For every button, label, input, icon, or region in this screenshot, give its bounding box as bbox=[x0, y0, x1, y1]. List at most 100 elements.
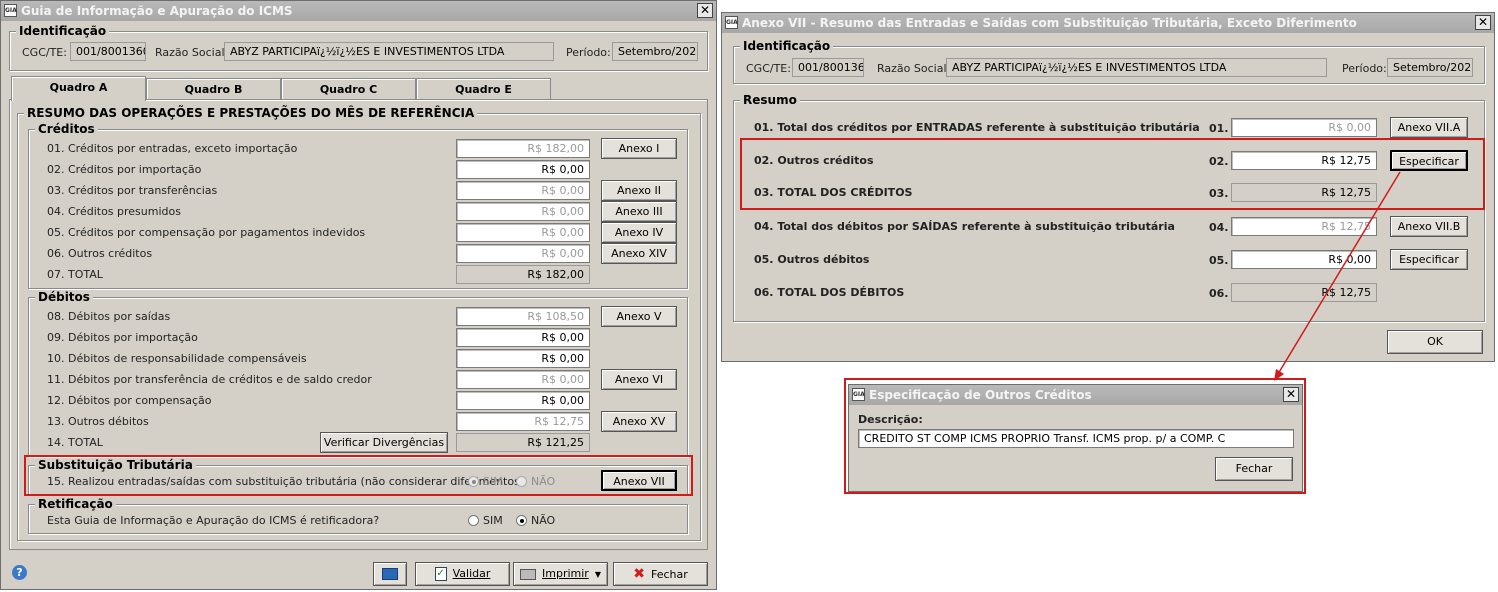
razao-label: Razão Social: bbox=[155, 46, 229, 59]
imprimir-button[interactable]: Imprimir ▼ bbox=[513, 562, 608, 586]
debito-row-13-value: R$ 12,75 bbox=[456, 412, 590, 431]
debito-row-08-value: R$ 108,50 bbox=[456, 307, 590, 326]
creditos-group: Créditos 01. Créditos por entradas, exce… bbox=[28, 122, 688, 289]
credito-row-06-value: R$ 0,00 bbox=[456, 244, 590, 263]
anexo-iii-button[interactable]: Anexo III bbox=[601, 201, 677, 222]
anexo-resumo-legend: Resumo bbox=[740, 93, 800, 107]
credito-row-03-label: 03. Créditos por transferências bbox=[47, 184, 218, 197]
fechar-label: Fechar bbox=[650, 568, 688, 581]
debito-row-09-value[interactable]: R$ 0,00 bbox=[456, 328, 590, 347]
close-icon[interactable]: ✕ bbox=[1475, 15, 1491, 30]
anexo-title: Anexo VII - Resumo das Entradas e Saídas… bbox=[742, 16, 1357, 30]
anexo-identificacao-group: Identificação CGC/TE: 001/8001360 Razão … bbox=[733, 39, 1485, 84]
help-icon[interactable]: ? bbox=[12, 565, 27, 580]
anexo-razao-field: ABYZ PARTICIPAï¿½ï¿½ES E INVESTIMENTOS L… bbox=[946, 58, 1327, 77]
outros-creditos-highlight-box bbox=[740, 138, 1485, 210]
anexo-cgc-label: CGC/TE: bbox=[746, 62, 791, 75]
anexo-row-04-label: 04. Total dos débitos por SAÍDAS referen… bbox=[754, 220, 1175, 233]
main-window: GIA Guia de Informação e Apuração do ICM… bbox=[0, 0, 717, 590]
st-highlight-box bbox=[24, 455, 693, 496]
anexo-row-01-label: 01. Total dos créditos por ENTRADAS refe… bbox=[754, 121, 1200, 134]
credito-row-06-label: 06. Outros créditos bbox=[47, 247, 153, 260]
printer-icon bbox=[520, 568, 536, 580]
creditos-legend: Créditos bbox=[35, 122, 98, 136]
anexo-periodo-field: Setembro/2023 bbox=[1387, 58, 1473, 77]
retificacao-sim-radio[interactable] bbox=[468, 515, 479, 526]
red-x-icon: ✖ bbox=[633, 566, 645, 582]
periodo-field: Setembro/2023 bbox=[612, 42, 698, 61]
verificar-divergencias-button[interactable]: Verificar Divergências bbox=[320, 432, 448, 453]
retificacao-nao-radio[interactable] bbox=[516, 515, 527, 526]
credito-row-02-value[interactable]: R$ 0,00 bbox=[456, 160, 590, 179]
anexo-row-05-value[interactable]: R$ 0,00 bbox=[1231, 250, 1377, 269]
anexo-xv-button[interactable]: Anexo XV bbox=[601, 411, 677, 432]
retificacao-group: Retificação Esta Guia de Informação e Ap… bbox=[28, 497, 688, 534]
cgc-field: 001/8001360 bbox=[70, 42, 146, 61]
ok-button[interactable]: OK bbox=[1387, 330, 1483, 354]
credito-row-02-label: 02. Créditos por importação bbox=[47, 163, 202, 176]
close-icon[interactable]: ✕ bbox=[697, 3, 713, 18]
anexo-periodo-label: Período: bbox=[1342, 62, 1387, 75]
anexo-razao-label: Razão Social: bbox=[877, 62, 951, 75]
anexo-row-06-code: 06. bbox=[1209, 287, 1229, 300]
anexo-titlebar[interactable]: GIA Anexo VII - Resumo das Entradas e Sa… bbox=[722, 13, 1494, 33]
anexo-row-04-value: R$ 12,75 bbox=[1231, 217, 1377, 236]
anexo-row-01-code: 01. bbox=[1209, 122, 1229, 135]
especificar-debitos-button[interactable]: Especificar bbox=[1390, 249, 1468, 270]
imprimir-label: Imprimir bbox=[542, 567, 589, 580]
especificacao-highlight-box bbox=[844, 378, 1306, 494]
debitos-group: Débitos 08. Débitos por saídas R$ 108,50… bbox=[28, 290, 688, 457]
calculator-icon bbox=[382, 568, 398, 580]
retificacao-nao-label: NÃO bbox=[531, 514, 556, 527]
gia-app-icon: GIA bbox=[725, 16, 738, 29]
fechar-button[interactable]: ✖ Fechar bbox=[613, 562, 708, 586]
credito-row-05-label: 05. Créditos por compensação por pagamen… bbox=[47, 226, 366, 239]
credito-row-04-value: R$ 0,00 bbox=[456, 202, 590, 221]
anexo-i-button[interactable]: Anexo I bbox=[601, 138, 677, 159]
debito-row-08-label: 08. Débitos por saídas bbox=[47, 310, 171, 323]
debito-row-10-value[interactable]: R$ 0,00 bbox=[456, 349, 590, 368]
anexo-iv-button[interactable]: Anexo IV bbox=[601, 222, 677, 243]
tab-quadro-a[interactable]: Quadro A bbox=[11, 76, 146, 101]
debito-row-11-label: 11. Débitos por transferência de crédito… bbox=[47, 373, 372, 386]
resumo-legend: RESUMO DAS OPERAÇÕES E PRESTAÇÕES DO MÊS… bbox=[24, 106, 478, 120]
anexo-ii-button[interactable]: Anexo II bbox=[601, 180, 677, 201]
tab-quadro-b[interactable]: Quadro B bbox=[146, 78, 281, 100]
credito-row-01-value: R$ 182,00 bbox=[456, 139, 590, 158]
debito-row-11-value: R$ 0,00 bbox=[456, 370, 590, 389]
anexo-vii-b-button[interactable]: Anexo VII.B bbox=[1390, 216, 1468, 237]
debito-row-14-label: 14. TOTAL bbox=[47, 436, 103, 449]
bottom-toolbar: ? ✓ Validar Imprimir ▼ ✖ Fechar bbox=[1, 555, 716, 589]
validar-label: Validar bbox=[452, 567, 491, 580]
dropdown-arrow-icon: ▼ bbox=[594, 570, 601, 579]
main-titlebar[interactable]: GIA Guia de Informação e Apuração do ICM… bbox=[1, 1, 716, 21]
tab-quadro-c[interactable]: Quadro C bbox=[281, 78, 416, 100]
razao-field: ABYZ PARTICIPAï¿½ï¿½ES E INVESTIMENTOS L… bbox=[224, 42, 554, 61]
gia-app-icon: GIA bbox=[4, 4, 17, 17]
periodo-label: Período: bbox=[566, 46, 611, 59]
credito-row-04-label: 04. Créditos presumidos bbox=[47, 205, 181, 218]
debito-row-13-label: 13. Outros débitos bbox=[47, 415, 149, 428]
validar-button[interactable]: ✓ Validar bbox=[415, 562, 510, 586]
checklist-icon: ✓ bbox=[434, 567, 447, 581]
calculator-button[interactable] bbox=[373, 562, 407, 586]
credito-total-value: R$ 182,00 bbox=[456, 265, 590, 284]
anexo-vii-a-button[interactable]: Anexo VII.A bbox=[1390, 117, 1468, 138]
debito-row-12-value[interactable]: R$ 0,00 bbox=[456, 391, 590, 410]
retificacao-sim-label: SIM bbox=[483, 514, 503, 527]
retificacao-question: Esta Guia de Informação e Apuração do IC… bbox=[47, 514, 380, 527]
anexo-identificacao-legend: Identificação bbox=[740, 39, 834, 53]
anexo-v-button[interactable]: Anexo V bbox=[601, 306, 677, 327]
anexo-vi-button[interactable]: Anexo VI bbox=[601, 369, 677, 390]
debitos-legend: Débitos bbox=[35, 290, 93, 304]
anexo-row-04-code: 04. bbox=[1209, 221, 1229, 234]
anexo-resumo-group: Resumo 01. Total dos créditos por ENTRAD… bbox=[733, 93, 1485, 322]
anexo-row-05-label: 05. Outros débitos bbox=[754, 253, 870, 266]
tab-quadro-e[interactable]: Quadro E bbox=[416, 78, 551, 100]
credito-row-05-value: R$ 0,00 bbox=[456, 223, 590, 242]
credito-row-01-label: 01. Créditos por entradas, exceto import… bbox=[47, 142, 298, 155]
identificacao-legend: Identificação bbox=[16, 24, 110, 38]
anexo-row-06-label: 06. TOTAL DOS DÉBITOS bbox=[754, 286, 905, 299]
debito-total-value: R$ 121,25 bbox=[456, 433, 590, 452]
anexo-xiv-button[interactable]: Anexo XIV bbox=[601, 243, 677, 264]
